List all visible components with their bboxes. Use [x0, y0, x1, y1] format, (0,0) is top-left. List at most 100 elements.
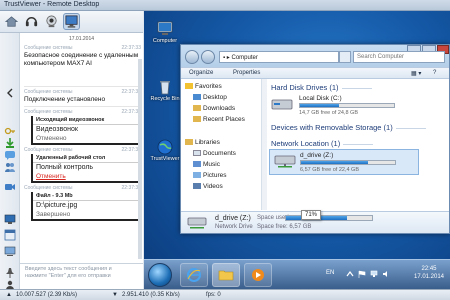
network-drive-icon [274, 154, 296, 168]
nav-scrollbar[interactable] [261, 79, 267, 210]
chat-scrollbar[interactable] [138, 59, 142, 259]
group-removable-storage[interactable]: Devices with Removable Storage (1) [271, 123, 426, 132]
toolbar [0, 11, 143, 33]
taskbar-clock[interactable]: 22:45 17.01.2014 [412, 265, 446, 281]
forward-button[interactable] [201, 50, 215, 64]
message-time: 22:37:33 [121, 45, 141, 51]
card-title: Удаленный рабочий стол [33, 154, 139, 163]
message-source: Сообщение системы [24, 147, 73, 153]
tray-flag-icon[interactable] [358, 270, 366, 278]
clock-time: 22:45 [421, 266, 437, 272]
nav-item-documents[interactable]: Documents [193, 150, 236, 157]
file-transfer-card: Файл - 9.3 Mb D:\picture.jpg Завершено [31, 192, 139, 221]
desktop-icon-label: Computer [152, 38, 178, 44]
nav-item-libraries[interactable]: Libraries [185, 139, 220, 146]
monitor-icon[interactable] [63, 13, 80, 30]
desktop-icon-computer[interactable]: Computer [148, 21, 182, 44]
drive-name: Local Disk (C:) [299, 95, 342, 102]
screen-share-icon[interactable] [3, 213, 17, 225]
computer-icon [156, 21, 174, 37]
remote-desktop-view[interactable]: Computer Recycle Bin TrustViewer ▪ ▸ Com… [144, 11, 450, 289]
documents-icon [193, 150, 201, 157]
music-icon [193, 161, 201, 168]
received-traffic-icon: ▼ [112, 292, 118, 298]
message-separator [24, 86, 140, 87]
chat-panel: 17.01.2014 Сообщение системы 22:37:33 Бе… [0, 11, 143, 290]
nav-item-videos[interactable]: Videos [193, 183, 223, 190]
window-titlebar: TrustViewer - Remote Desktop [0, 0, 450, 11]
help-icon[interactable]: ? [433, 70, 436, 76]
drive-usage-fill [301, 161, 368, 164]
star-icon [185, 83, 193, 90]
group-hard-disk-drives[interactable]: Hard Disk Drives (1) [271, 83, 371, 92]
library-icon [185, 139, 193, 146]
desktop-icon-label: TrustViewer [150, 156, 180, 162]
sent-traffic-icon: ▲ [6, 292, 12, 298]
chat-date: 17.01.2014 [68, 36, 95, 42]
tray-network-icon[interactable] [370, 270, 378, 278]
people-icon[interactable] [3, 161, 17, 173]
download-arrow-icon[interactable] [3, 137, 17, 149]
taskbar-ie-button[interactable] [180, 263, 208, 287]
nav-item-favorites[interactable]: Favorites [185, 83, 222, 90]
nav-item-recent-places[interactable]: Recent Places [193, 116, 245, 123]
pin-icon[interactable] [3, 267, 17, 279]
language-indicator[interactable]: EN [326, 270, 334, 276]
taskbar: EN 22:45 17.01.2014 [144, 259, 450, 289]
drive-local-c[interactable]: Local Disk (C:) 14,7 GB free of 24,8 GB [271, 93, 447, 119]
navigation-pane: Favorites Desktop Downloads Recent Place… [181, 79, 267, 210]
tray-volume-icon[interactable] [382, 270, 390, 278]
webcam-icon[interactable] [43, 13, 60, 30]
headset-icon[interactable] [23, 13, 40, 30]
recent-folder-icon [193, 116, 201, 123]
video-camera-icon[interactable] [3, 181, 17, 193]
usage-tooltip: 71% [301, 210, 322, 220]
refresh-button[interactable] [339, 51, 351, 63]
view-options-icon[interactable]: ▦ ▾ [411, 70, 421, 77]
taskbar-media-player-button[interactable] [244, 263, 272, 287]
address-text: Computer [231, 55, 258, 61]
recycle-bin-icon [156, 79, 174, 95]
remote-desktop-card: Удаленный рабочий стол Полный контроль О… [31, 154, 139, 183]
desktop-icon-trustviewer[interactable]: TrustViewer [148, 139, 182, 162]
desktop-icon[interactable] [3, 245, 17, 257]
collapse-arrow-icon[interactable] [3, 87, 17, 99]
sent-traffic-text: 10.007.527 (2.39 Kb/s) [16, 292, 78, 298]
message-header: Сообщение системы 22:37:33 [24, 89, 141, 95]
chat-bubble-icon[interactable] [3, 149, 17, 161]
downloads-folder-icon [193, 105, 201, 112]
back-button[interactable] [185, 50, 199, 64]
address-bar[interactable]: ▪ ▸ Computer [219, 51, 339, 63]
tray-arrow-icon[interactable] [346, 270, 354, 278]
message-input[interactable]: Введите здесь текст сообщения и нажмите … [20, 263, 143, 289]
chat-log: 17.01.2014 Сообщение системы 22:37:33 Бе… [20, 33, 143, 263]
message-source: Сообщение системы [24, 185, 73, 191]
window-title: TrustViewer - Remote Desktop [4, 1, 100, 8]
start-button[interactable] [148, 263, 172, 287]
nav-item-downloads[interactable]: Downloads [193, 105, 235, 112]
details-pane: d_drive (Z:) Network Drive Space used: S… [181, 210, 449, 233]
nav-item-desktop[interactable]: Desktop [193, 94, 227, 101]
search-input[interactable]: Search Computer [353, 51, 445, 63]
message-text: Подключение установлено [24, 96, 106, 103]
cancel-link[interactable]: Отменить [33, 172, 139, 181]
drive-network-z[interactable]: d_drive (Z:) 6,57 GB free of 22,4 GB [269, 149, 419, 175]
properties-button[interactable]: Properties [233, 70, 260, 76]
taskbar-explorer-button[interactable] [212, 263, 240, 287]
nav-item-pictures[interactable]: Pictures [193, 172, 226, 179]
desktop-icon-recycle-bin[interactable]: Recycle Bin [148, 79, 182, 102]
message-header: Сообщение системы 22:37:33 [24, 45, 141, 51]
message-source: Сообщение системы [24, 45, 73, 51]
drive-free-space: 6,57 GB free of 22,4 GB [300, 167, 360, 173]
drive-usage-bar [299, 103, 395, 108]
organize-button[interactable]: Organize [189, 70, 213, 76]
group-network-location[interactable]: Network Location (1) [271, 139, 374, 148]
explorer-window: ▪ ▸ Computer Search Computer Organize Pr… [180, 44, 450, 234]
fps-text: fps: 0 [206, 292, 221, 298]
window-icon[interactable] [3, 229, 17, 241]
home-icon[interactable] [3, 13, 20, 30]
key-icon[interactable] [3, 125, 17, 137]
received-traffic-text: 2.951.410 (0.35 Kb/s) [122, 292, 180, 298]
nav-item-music[interactable]: Music [193, 161, 220, 168]
drive-usage-bar [300, 160, 396, 165]
